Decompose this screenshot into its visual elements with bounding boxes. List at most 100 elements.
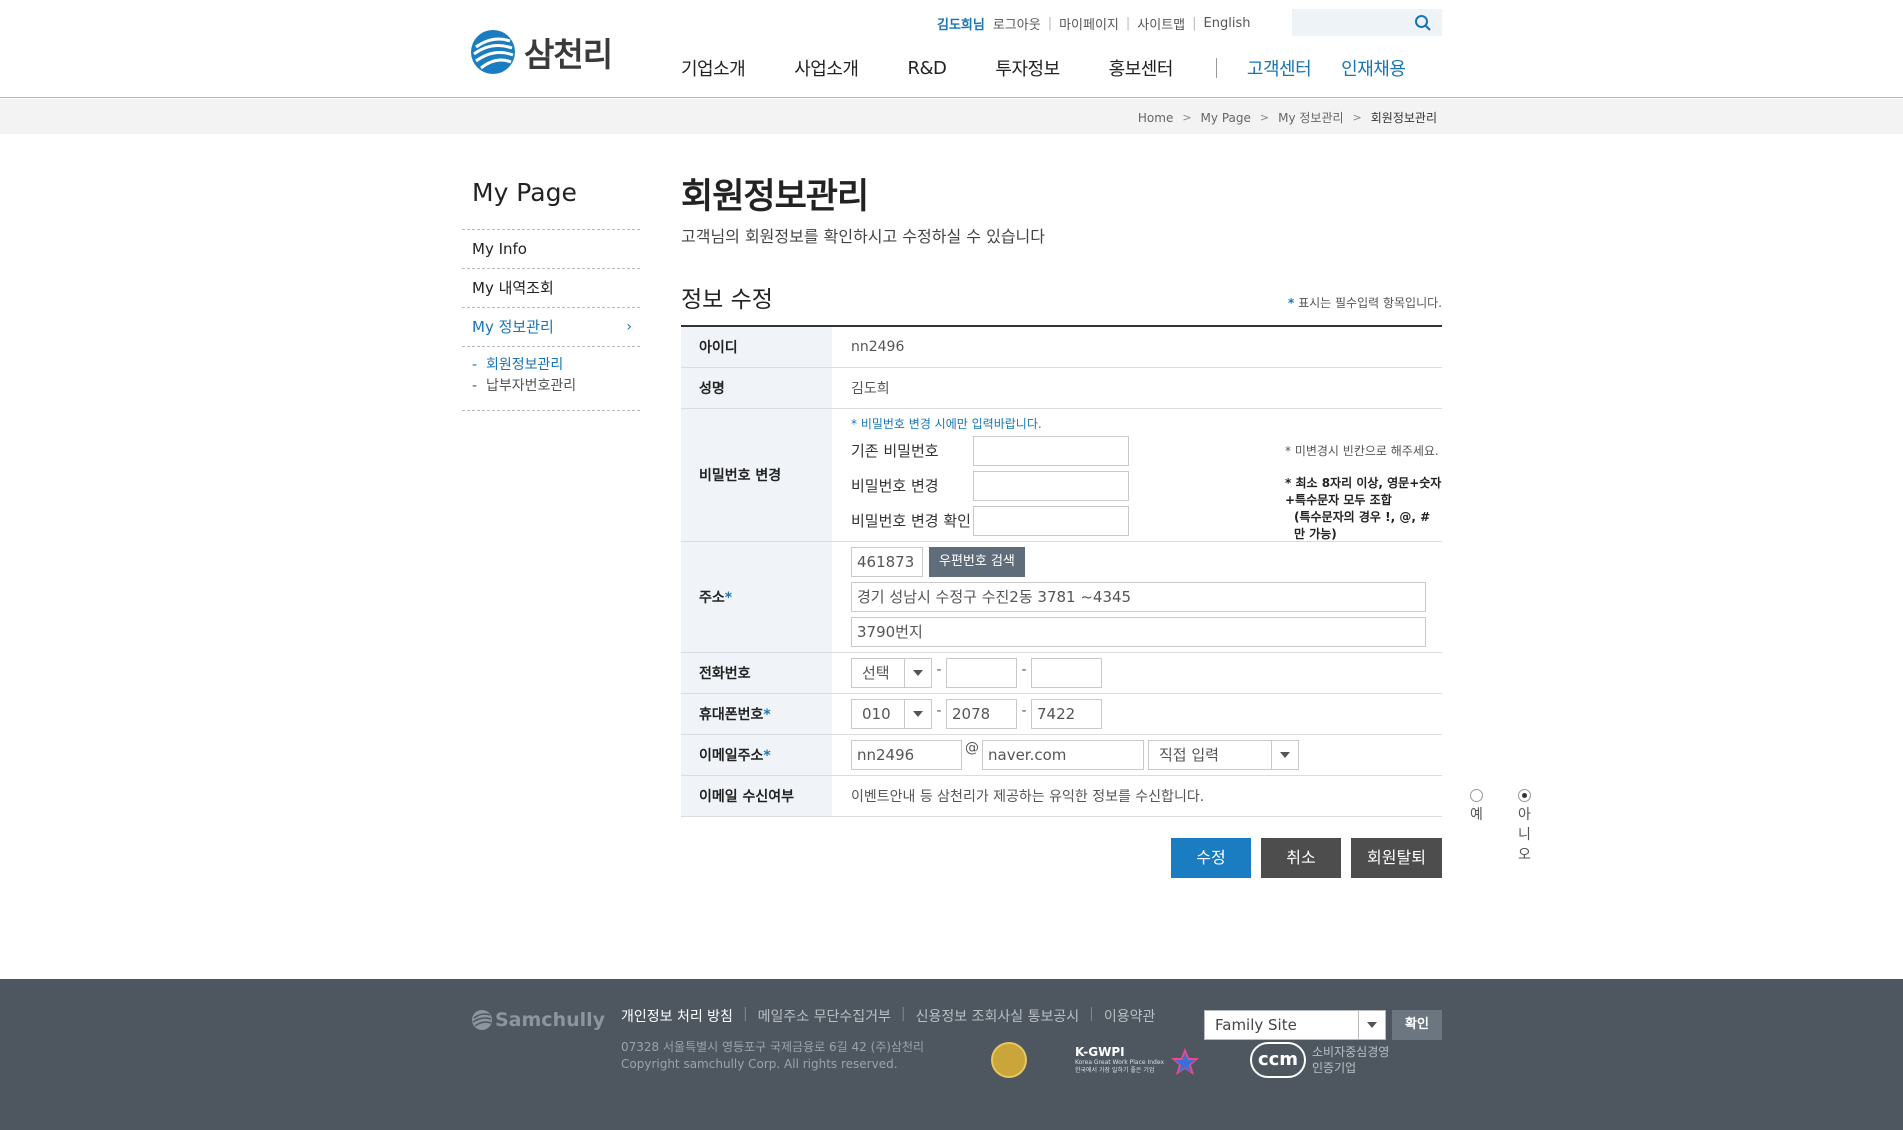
email-receive-text: 이벤트안내 등 삼천리가 제공하는 유익한 정보를 수신합니다. — [851, 788, 1205, 805]
form-row-name: 성명 김도희 — [681, 367, 1442, 409]
chevron-right-icon: > — [1182, 111, 1192, 124]
phone-mid-input[interactable] — [946, 657, 1017, 688]
submenu-member-info[interactable]: - 회원정보관리 — [472, 355, 640, 376]
footer-logo: Samchully — [471, 1009, 605, 1031]
logout-link[interactable]: 로그아웃 — [993, 14, 1041, 33]
header: 삼천리 김도희님 로그아웃 | 마이페이지 | 사이트맵 | English 기… — [0, 0, 1903, 98]
award-badge-icon — [991, 1042, 1027, 1078]
mobile-label: 휴대폰번호* — [681, 693, 832, 735]
email-domain-input[interactable]: naver.com — [982, 739, 1144, 770]
search-input[interactable] — [1292, 9, 1442, 36]
chevron-right-icon: › — [626, 319, 632, 335]
page-description: 고객님의 회원정보를 확인하시고 수정하실 수 있습니다 — [681, 227, 1045, 246]
form-row-mobile: 휴대폰번호* 010-2078-7422 — [681, 693, 1442, 735]
email-refusal-link[interactable]: 메일주소 무단수집거부 — [758, 1006, 891, 1026]
gnb-rnd[interactable]: R&D — [908, 58, 947, 79]
address-label: 주소* — [681, 541, 832, 653]
breadcrumb: Home > My Page > My 정보관리 > 회원정보관리 — [1138, 109, 1437, 126]
receive-yes-option[interactable]: 예 — [1470, 788, 1483, 824]
user-name: 김도희님 — [937, 18, 985, 33]
form-row-address: 주소* 461873 우편번호 검색 경기 성남시 수정구 수진2동 3781 ~… — [681, 541, 1442, 653]
sidebar-item-my-info[interactable]: My Info — [462, 230, 640, 269]
cancel-button[interactable]: 취소 — [1261, 838, 1341, 878]
zipcode-input[interactable]: 461873 — [851, 546, 923, 577]
footer-address: 07328 서울특별시 영등포구 국제금융로 6길 42 (주)삼천리 Copy… — [621, 1040, 925, 1071]
form-row-id: 아이디 nn2496 — [681, 326, 1442, 368]
gnb-company[interactable]: 기업소개 — [681, 55, 746, 81]
breadcrumb-current: 회원정보관리 — [1370, 111, 1437, 125]
submenu-payer-number[interactable]: - 납부자번호관리 — [472, 376, 640, 397]
form-row-email-receive: 이메일 수신여부 이벤트안내 등 삼천리가 제공하는 유익한 정보를 수신합니다… — [681, 775, 1531, 863]
radio-no[interactable] — [1518, 789, 1531, 802]
breadcrumb-home[interactable]: Home — [1138, 111, 1173, 125]
current-password-input[interactable] — [973, 435, 1129, 466]
family-site-go-button[interactable]: 확인 — [1392, 1010, 1442, 1040]
form-row-phone: 전화번호 선택 - - — [681, 652, 1442, 694]
english-link[interactable]: English — [1204, 16, 1251, 31]
footer-links: 개인정보 처리 방침 | 메일주소 무단수집거부 | 신용정보 조회사실 통보공… — [621, 1006, 1156, 1026]
side-nav-title: My Page — [462, 178, 640, 230]
form-row-email: 이메일주소* nn2496 @ naver.com 직접 입력 — [681, 734, 1442, 776]
password-label: 비밀번호 변경 — [681, 408, 832, 542]
sitemap-link[interactable]: 사이트맵 — [1137, 14, 1185, 33]
privacy-policy-link[interactable]: 개인정보 처리 방침 — [621, 1006, 733, 1026]
password-hint-unchanged: * 미변경시 빈칸으로 해주세요. — [1285, 443, 1439, 458]
gnb-investor[interactable]: 투자정보 — [995, 55, 1060, 81]
gnb-divider — [1215, 58, 1217, 78]
mypage-link[interactable]: 마이페이지 — [1059, 14, 1119, 33]
email-id-input[interactable]: nn2496 — [851, 739, 962, 770]
current-password-label: 기존 비밀번호 — [851, 442, 939, 460]
address2-input[interactable]: 3790번지 — [851, 616, 1426, 647]
gnb-recruit[interactable]: 인재채용 — [1341, 55, 1406, 81]
breadcrumb-bar: Home > My Page > My 정보관리 > 회원정보관리 — [0, 99, 1903, 134]
chevron-down-icon — [904, 658, 931, 687]
new-password-input[interactable] — [973, 470, 1129, 501]
utility-nav: 김도희님 로그아웃 | 마이페이지 | 사이트맵 | English — [937, 14, 1251, 33]
main-content: 회원정보관리 고객님의 회원정보를 확인하시고 수정하실 수 있습니다 정보 수… — [681, 168, 1531, 863]
terms-link[interactable]: 이용약관 — [1104, 1006, 1156, 1026]
new-password-label: 비밀번호 변경 — [851, 477, 939, 495]
phone-last-input[interactable] — [1031, 657, 1102, 688]
ccm-badge: ccm 소비자중심경영 인증기업 — [1250, 1042, 1389, 1078]
credit-info-link[interactable]: 신용정보 조회사실 통보공시 — [916, 1006, 1079, 1026]
name-label: 성명 — [681, 367, 832, 409]
kgwpi-star-icon — [1171, 1048, 1199, 1075]
email-label: 이메일주소* — [681, 734, 832, 776]
section-title: 정보 수정 — [681, 287, 773, 313]
main-nav: 기업소개 사업소개 R&D 투자정보 홍보센터 고객센터 인재채용 — [681, 55, 1406, 81]
breadcrumb-mypage[interactable]: My Page — [1201, 111, 1251, 125]
sidebar-item-my-info-manage[interactable]: My 정보관리 › — [462, 308, 640, 347]
phone-area-select[interactable]: 선택 — [851, 657, 932, 688]
footer-logo-icon — [472, 1010, 492, 1030]
email-receive-label: 이메일 수신여부 — [681, 775, 832, 817]
breadcrumb-myinfo-manage[interactable]: My 정보관리 — [1278, 109, 1343, 126]
submit-button[interactable]: 수정 — [1171, 838, 1251, 878]
id-label: 아이디 — [681, 326, 832, 368]
chevron-down-icon — [904, 699, 931, 728]
zipcode-search-button[interactable]: 우편번호 검색 — [929, 546, 1025, 577]
mobile-last-input[interactable]: 7422 — [1031, 698, 1102, 729]
search-icon[interactable] — [1414, 14, 1432, 32]
gnb-pr[interactable]: 홍보센터 — [1109, 55, 1174, 81]
name-value: 김도희 — [832, 367, 1442, 409]
page-title: 회원정보관리 — [681, 177, 869, 217]
gnb-business[interactable]: 사업소개 — [794, 55, 859, 81]
address1-input[interactable]: 경기 성남시 수정구 수진2동 3781 ~4345 — [851, 581, 1426, 612]
mobile-mid-input[interactable]: 2078 — [946, 698, 1017, 729]
id-value: nn2496 — [832, 326, 1442, 368]
chevron-right-icon: > — [1259, 111, 1270, 124]
radio-yes[interactable] — [1470, 789, 1483, 802]
required-note: * 표시는 필수입력 항목입니다. — [1287, 296, 1442, 310]
samchully-logo[interactable]: 삼천리 — [470, 28, 613, 76]
gnb-customer[interactable]: 고객센터 — [1247, 55, 1312, 81]
email-domain-select[interactable]: 직접 입력 — [1148, 739, 1299, 770]
sidebar-item-my-history[interactable]: My 내역조회 — [462, 269, 640, 308]
member-info-form: 아이디 nn2496 성명 김도희 비밀번호 변경 * 비밀번호 변경 시에만 … — [681, 325, 1531, 863]
chevron-down-icon — [1271, 740, 1298, 769]
mobile-prefix-select[interactable]: 010 — [851, 698, 932, 729]
receive-no-option[interactable]: 아니오 — [1518, 788, 1531, 864]
withdraw-button[interactable]: 회원탈퇴 — [1351, 838, 1442, 878]
password-note: * 비밀번호 변경 시에만 입력바랍니다. — [851, 416, 1042, 431]
confirm-password-input[interactable] — [973, 505, 1129, 536]
family-site-select[interactable]: Family Site — [1204, 1010, 1386, 1040]
